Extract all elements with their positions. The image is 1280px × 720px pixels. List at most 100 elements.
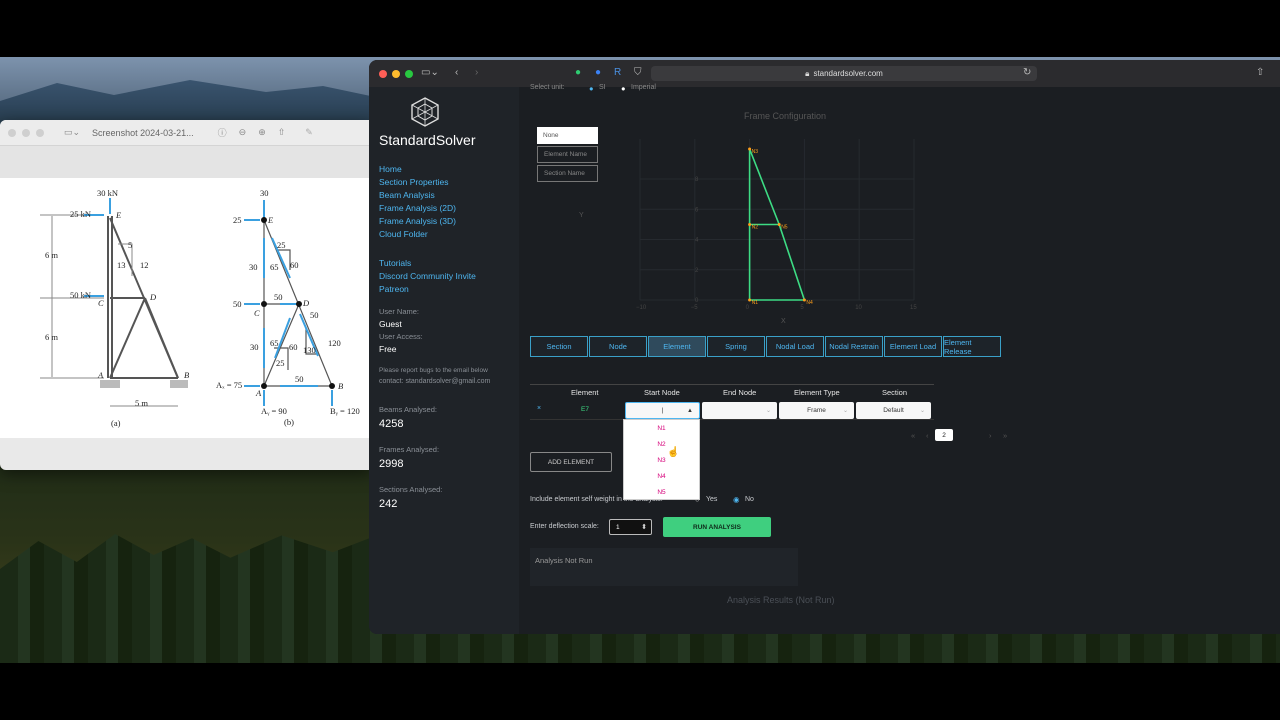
- option-n4[interactable]: N4: [624, 468, 699, 484]
- fig-b-m50: 50: [274, 292, 283, 302]
- fig-b-e-left: 25: [233, 215, 242, 225]
- fig-b-node-b: B: [338, 381, 343, 391]
- nav-beam-analysis[interactable]: Beam Analysis: [379, 190, 435, 200]
- tab-element-release[interactable]: Element Release: [943, 336, 1001, 357]
- nav-discord[interactable]: Discord Community Invite: [379, 271, 476, 281]
- element-type-value: Frame: [807, 407, 826, 414]
- results-title: Analysis Results (Not Run): [727, 595, 835, 605]
- minimize-icon[interactable]: [392, 69, 400, 78]
- unit-si-radio[interactable]: ●: [589, 84, 594, 93]
- element-type-select[interactable]: Frame ⌄: [779, 402, 854, 419]
- nav-section-properties[interactable]: Section Properties: [379, 177, 448, 187]
- forward-icon[interactable]: ›: [475, 67, 478, 78]
- analysis-status: Analysis Not Run: [535, 556, 593, 565]
- unit-imperial-radio[interactable]: ●: [621, 84, 626, 93]
- col-section: Section: [882, 388, 908, 397]
- fig-b-m30b: 30: [250, 342, 259, 352]
- fig-a-slope-5: 5: [128, 240, 132, 250]
- self-weight-no-radio[interactable]: ◉: [733, 495, 740, 504]
- add-element-button[interactable]: ADD ELEMENT: [530, 452, 612, 472]
- start-node-select[interactable]: | ▲: [625, 402, 700, 419]
- maximize-icon[interactable]: [36, 128, 44, 137]
- deflection-scale-input[interactable]: 1 ⬍: [609, 519, 652, 535]
- reload-icon[interactable]: ↻: [1023, 67, 1031, 78]
- nav-tutorials[interactable]: Tutorials: [379, 258, 411, 268]
- sections-count: 242: [379, 498, 398, 510]
- sidebar-toggle-icon[interactable]: ▭⌄: [64, 127, 80, 138]
- fig-b-ax: Aₓ = 75: [216, 380, 242, 390]
- fig-b-node-a: A: [255, 388, 262, 398]
- page-current[interactable]: 2: [935, 429, 953, 441]
- nav-frame-analysis-3d[interactable]: Frame Analysis (3D): [379, 216, 456, 226]
- unit-label: Select unit:: [530, 84, 565, 91]
- y-tick-label: 0: [695, 298, 699, 304]
- x-tick-label: 0: [746, 305, 750, 311]
- beams-count: 4258: [379, 418, 404, 430]
- prev-page-button[interactable]: ‹: [926, 431, 929, 440]
- unit-si-label: SI: [599, 84, 606, 91]
- tab-bar: Section Node Element Spring Nodal Load N…: [530, 336, 1001, 357]
- info-icon[interactable]: ⓘ: [218, 126, 227, 139]
- zoom-out-icon[interactable]: ⊖: [239, 127, 247, 138]
- option-n3[interactable]: N3: [624, 452, 699, 468]
- fig-b-c-left: 50: [233, 299, 242, 309]
- shield-icon[interactable]: ⛉: [634, 67, 642, 78]
- remove-row-button[interactable]: ×: [537, 405, 541, 412]
- markup-icon[interactable]: ✎: [305, 127, 313, 138]
- nav-home[interactable]: Home: [379, 164, 402, 174]
- close-icon[interactable]: [8, 128, 16, 137]
- node-label: N4: [806, 300, 813, 306]
- tab-section[interactable]: Section: [530, 336, 588, 357]
- nav-patreon[interactable]: Patreon: [379, 284, 409, 294]
- last-page-button[interactable]: »: [1003, 431, 1007, 440]
- share-icon[interactable]: ⇧: [1256, 67, 1264, 78]
- maximize-icon[interactable]: [405, 69, 413, 78]
- extension-icon[interactable]: ●: [595, 67, 601, 78]
- nav-cloud-folder[interactable]: Cloud Folder: [379, 229, 428, 239]
- fig-b-m120: 120: [328, 338, 341, 348]
- logo-icon: [411, 97, 439, 127]
- fig-b-m30a: 30: [249, 262, 258, 272]
- fig-a-node-d: D: [149, 292, 157, 302]
- tab-element-load[interactable]: Element Load: [884, 336, 942, 357]
- fig-a-node-e: E: [115, 210, 122, 220]
- close-icon[interactable]: [379, 69, 387, 78]
- y-tick-label: 8: [695, 177, 699, 183]
- user-access: Free: [379, 344, 397, 354]
- tab-node[interactable]: Node: [589, 336, 647, 357]
- zoom-in-icon[interactable]: ⊕: [258, 127, 266, 138]
- tab-nodal-load[interactable]: Nodal Load: [766, 336, 824, 357]
- extension-r-icon[interactable]: R: [614, 67, 621, 78]
- tab-nodal-restrain[interactable]: Nodal Restrain: [825, 336, 883, 357]
- chevron-down-icon: ⌄: [919, 408, 925, 414]
- section-value: Default: [883, 407, 904, 414]
- fig-a-dim-bottom: 6 m: [45, 332, 58, 342]
- fig-b-node-d: D: [302, 298, 310, 308]
- grammarly-icon[interactable]: ●: [575, 67, 581, 78]
- fig-a-load-e: 25 kN: [70, 209, 91, 219]
- fig-a-caption: (a): [111, 418, 121, 428]
- option-n5[interactable]: N5: [624, 484, 699, 500]
- nav-frame-analysis-2d[interactable]: Frame Analysis (2D): [379, 203, 456, 213]
- next-page-button[interactable]: ›: [989, 431, 992, 440]
- option-n1[interactable]: N1: [624, 420, 699, 436]
- share-icon[interactable]: ⇧: [278, 127, 286, 138]
- start-node-dropdown: N1 N2 N3 N4 N5: [623, 419, 700, 500]
- tab-element[interactable]: Element: [648, 336, 706, 357]
- tab-spring[interactable]: Spring: [707, 336, 765, 357]
- stepper-icon[interactable]: ⬍: [641, 523, 647, 531]
- first-page-button[interactable]: «: [911, 431, 915, 440]
- fig-b-m65b: 65: [270, 338, 279, 348]
- option-n2[interactable]: N2: [624, 436, 699, 452]
- run-analysis-button[interactable]: RUN ANALYSIS: [663, 517, 771, 537]
- address-bar[interactable]: 🔒︎ standardsolver.com: [651, 66, 1037, 81]
- fig-a-slope-13: 13: [117, 260, 126, 270]
- preview-window: ▭⌄ Screenshot 2024-03-21... ⓘ ⊖ ⊕ ⇧ ✎ 30…: [0, 120, 372, 470]
- minimize-icon[interactable]: [22, 128, 30, 137]
- end-node-select[interactable]: ⌄: [702, 402, 777, 419]
- fig-b-m25b: 25: [276, 358, 285, 368]
- back-icon[interactable]: ‹: [455, 67, 458, 78]
- self-weight-no-label: No: [745, 496, 754, 503]
- section-select[interactable]: Default ⌄: [856, 402, 931, 419]
- sidebar-toggle-icon[interactable]: ▭⌄: [421, 67, 439, 78]
